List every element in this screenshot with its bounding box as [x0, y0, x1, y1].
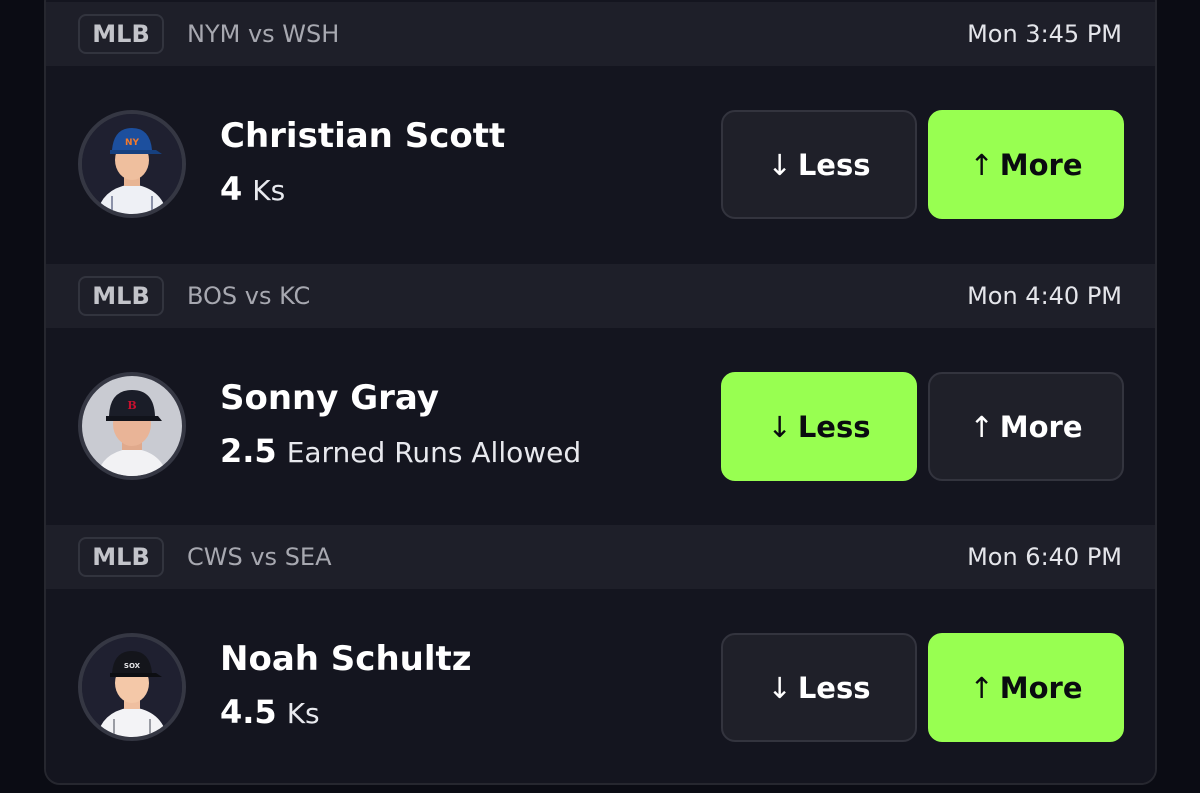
projection-line: 4.5 Ks [220, 692, 320, 738]
less-button[interactable]: ↓ Less [721, 633, 917, 742]
stat-type: Ks [252, 174, 286, 207]
matchup-label: CWS vs SEA [187, 543, 332, 571]
line-value: 4.5 [220, 693, 277, 731]
more-button[interactable]: ↑ More [928, 372, 1124, 481]
game-time: Mon 3:45 PM [967, 20, 1122, 48]
stat-type: Earned Runs Allowed [286, 436, 582, 469]
matchup-label: NYM vs WSH [187, 20, 340, 48]
more-button[interactable]: ↑ More [928, 633, 1124, 742]
more-label: More [999, 409, 1083, 444]
svg-text:SOX: SOX [124, 662, 141, 670]
player-avatar: B [78, 372, 186, 480]
more-label: More [999, 670, 1083, 705]
more-button[interactable]: ↑ More [928, 110, 1124, 219]
stat-type: Ks [286, 697, 320, 730]
arrow-up-icon: ↑ [969, 670, 994, 705]
svg-text:NY: NY [125, 138, 140, 148]
less-label: Less [797, 147, 871, 182]
player-name: Sonny Gray [220, 378, 439, 418]
player-headshot-icon: NY [82, 114, 182, 214]
game-header: MLB CWS vs SEA Mon 6:40 PM [46, 525, 1155, 589]
projection-line: 2.5 Earned Runs Allowed [220, 431, 581, 477]
game-header: MLB NYM vs WSH Mon 3:45 PM [46, 2, 1155, 66]
arrow-up-icon: ↑ [969, 147, 994, 182]
more-label: More [999, 147, 1083, 182]
arrow-down-icon: ↓ [767, 147, 792, 182]
picks-card: MLB NYM vs WSH Mon 3:45 PM NY Christian … [44, 0, 1157, 785]
arrow-down-icon: ↓ [767, 670, 792, 705]
line-value: 2.5 [220, 432, 277, 470]
player-avatar: NY [78, 110, 186, 218]
matchup-label: BOS vs KC [187, 282, 311, 310]
player-row: NY Christian Scott 4 Ks ↓ Less ↑ More [46, 66, 1155, 262]
less-label: Less [797, 409, 871, 444]
player-name: Noah Schultz [220, 639, 472, 679]
arrow-down-icon: ↓ [767, 409, 792, 444]
player-name: Christian Scott [220, 116, 506, 156]
less-button[interactable]: ↓ Less [721, 110, 917, 219]
game-header: MLB BOS vs KC Mon 4:40 PM [46, 264, 1155, 328]
game-time: Mon 6:40 PM [967, 543, 1122, 571]
player-row: B Sonny Gray 2.5 Earned Runs Allowed ↓ Les… [46, 328, 1155, 524]
player-headshot-icon: SOX [82, 637, 182, 737]
less-label: Less [797, 670, 871, 705]
league-badge: MLB [78, 14, 164, 54]
projection-line: 4 Ks [220, 169, 285, 215]
player-row: SOX Noah Schultz 4.5 Ks ↓ Less ↑ More [46, 589, 1155, 783]
svg-text:B: B [127, 399, 136, 412]
player-avatar: SOX [78, 633, 186, 741]
league-badge: MLB [78, 537, 164, 577]
arrow-up-icon: ↑ [969, 409, 994, 444]
player-headshot-icon: B [82, 376, 182, 476]
line-value: 4 [220, 170, 243, 208]
league-badge: MLB [78, 276, 164, 316]
less-button[interactable]: ↓ Less [721, 372, 917, 481]
game-time: Mon 4:40 PM [967, 282, 1122, 310]
